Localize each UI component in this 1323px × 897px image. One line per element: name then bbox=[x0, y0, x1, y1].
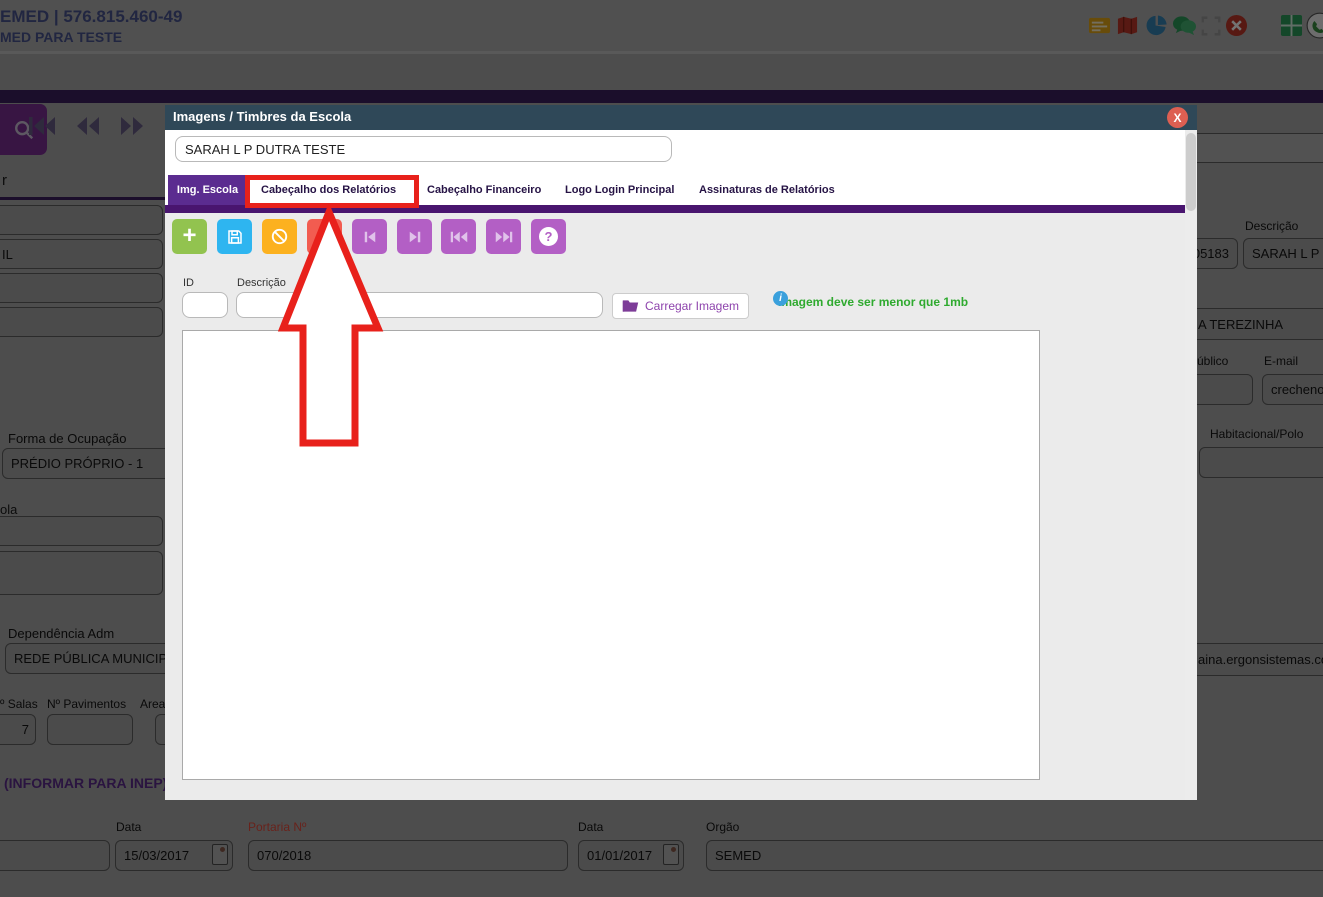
image-size-note: Imagem deve ser menor que 1mb bbox=[778, 295, 969, 309]
upload-image-button[interactable]: Carregar Imagem bbox=[612, 293, 749, 319]
nav-forward-button[interactable] bbox=[486, 219, 521, 254]
nav-last-button[interactable] bbox=[397, 219, 432, 254]
tab-img-escola[interactable]: Img. Escola bbox=[168, 175, 247, 205]
scrollbar-thumb[interactable] bbox=[1186, 133, 1196, 211]
tab-assinaturas[interactable]: Assinaturas de Relatórios bbox=[699, 175, 835, 205]
annotation-highlight-box bbox=[245, 175, 419, 208]
modal-scrollbar[interactable] bbox=[1185, 130, 1197, 800]
modal-title: Imagens / Timbres da Escola bbox=[173, 109, 352, 124]
id-input[interactable] bbox=[182, 292, 228, 318]
id-label: ID bbox=[183, 277, 194, 289]
question-icon: ? bbox=[539, 227, 558, 246]
folder-icon bbox=[622, 300, 639, 312]
school-name-input[interactable]: SARAH L P DUTRA TESTE bbox=[175, 136, 672, 162]
add-button[interactable]: + bbox=[172, 219, 207, 254]
help-button[interactable]: ? bbox=[531, 219, 566, 254]
nav-rewind-button[interactable] bbox=[441, 219, 476, 254]
annotation-arrow bbox=[277, 206, 384, 447]
modal-close-button[interactable]: X bbox=[1167, 107, 1188, 128]
info-icon: i bbox=[773, 291, 788, 306]
save-icon bbox=[227, 229, 242, 244]
rewind-icon bbox=[450, 231, 467, 242]
forward-icon bbox=[495, 231, 512, 242]
skip-last-icon bbox=[409, 231, 420, 242]
tab-logo-login[interactable]: Logo Login Principal bbox=[565, 175, 674, 205]
save-button[interactable] bbox=[217, 219, 252, 254]
tab-cabecalho-financeiro[interactable]: Cabeçalho Financeiro bbox=[427, 175, 541, 205]
plus-icon: + bbox=[182, 221, 197, 249]
screen: EMED | 576.815.460-49 MED PARA TESTE bbox=[0, 0, 1323, 897]
